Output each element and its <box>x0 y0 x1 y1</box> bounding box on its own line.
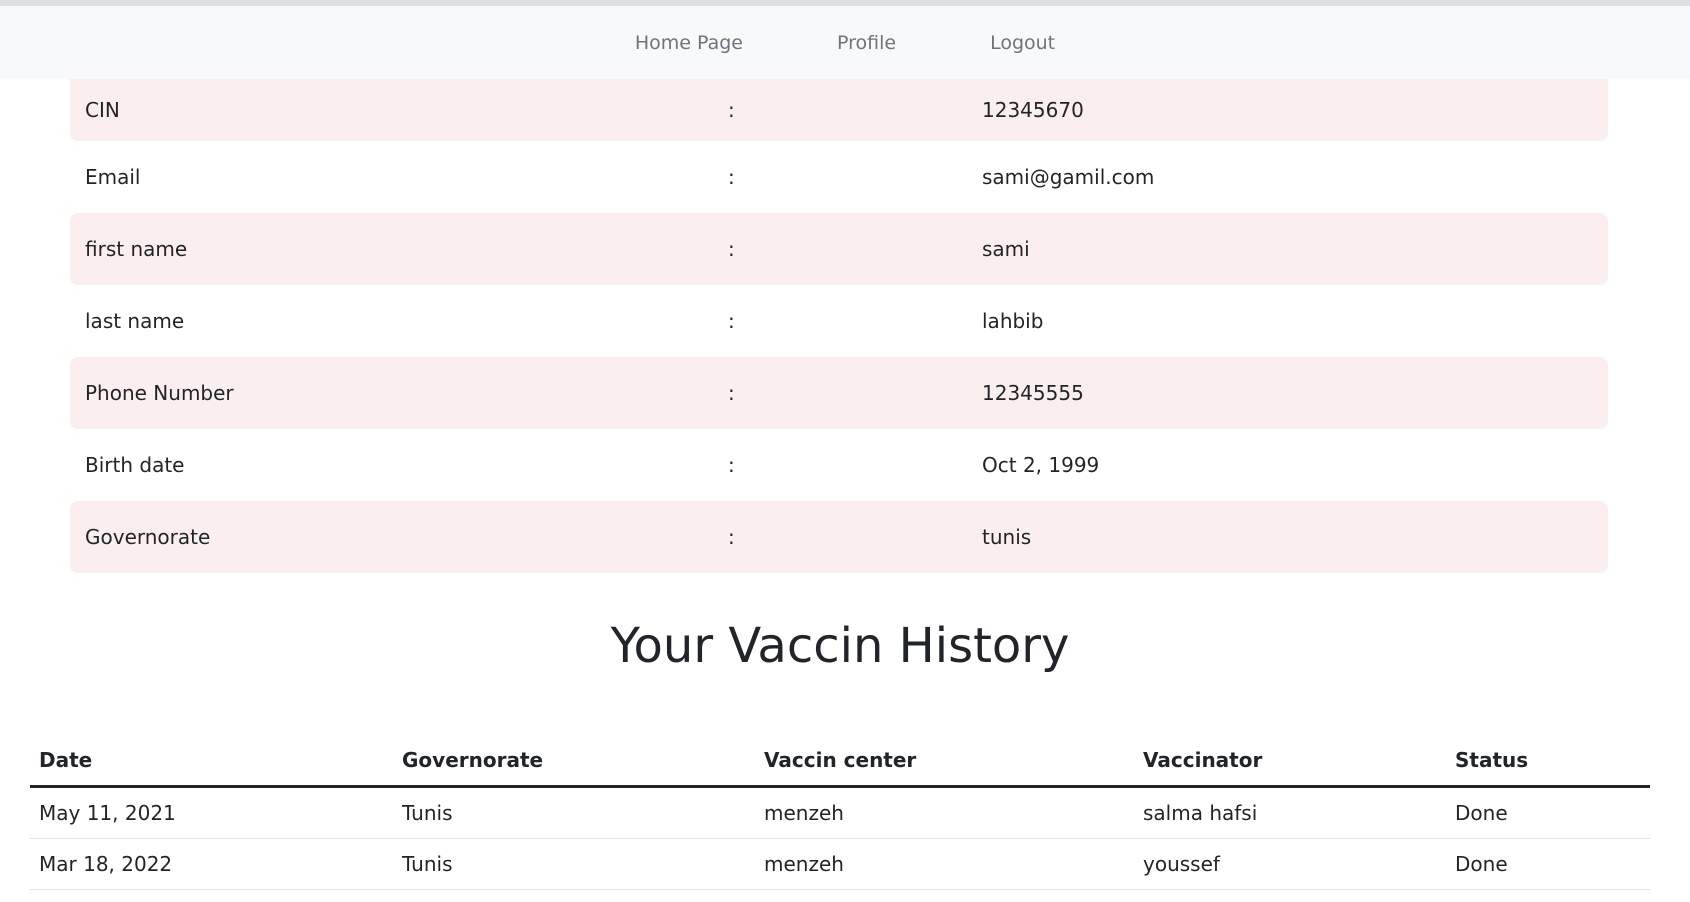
profile-value: tunis <box>982 525 1032 549</box>
profile-label: CIN <box>85 98 120 122</box>
profile-row-birth-date: Birth date : Oct 2, 1999 <box>70 429 1608 501</box>
cell-vaccinator: salma hafsi <box>1134 786 1446 839</box>
profile-separator: : <box>728 237 735 261</box>
table-header-row: Date Governorate Vaccin center Vaccinato… <box>30 735 1650 788</box>
profile-separator: : <box>728 525 735 549</box>
profile-separator: : <box>728 453 735 477</box>
nav-profile-link[interactable]: Profile <box>837 32 896 54</box>
cell-governorate: Tunis <box>393 838 755 890</box>
profile-row-first-name: first name : sami <box>70 213 1608 285</box>
profile-label: Email <box>85 165 141 189</box>
column-header-vaccin-center: Vaccin center <box>755 735 1134 788</box>
table-row: Mar 18, 2022 Tunis menzeh youssef Done <box>30 838 1650 890</box>
profile-label: last name <box>85 309 185 333</box>
profile-value: 12345555 <box>982 381 1084 405</box>
table-row: May 11, 2021 Tunis menzeh salma hafsi Do… <box>30 786 1650 839</box>
profile-value: sami@gamil.com <box>982 165 1155 189</box>
column-header-status: Status <box>1446 735 1650 788</box>
profile-row-governorate: Governorate : tunis <box>70 501 1608 573</box>
profile-row-cin: CIN : 12345670 <box>70 79 1608 141</box>
profile-separator: : <box>728 309 735 333</box>
profile-label: Birth date <box>85 453 185 477</box>
profile-row-last-name: last name : lahbib <box>70 285 1608 357</box>
cell-vaccin-center: menzeh <box>755 786 1134 839</box>
vaccin-history-title: Your Vaccin History <box>610 618 1070 674</box>
top-navbar: Home Page Profile Logout <box>0 6 1690 79</box>
profile-separator: : <box>728 98 735 122</box>
cell-date: Mar 18, 2022 <box>30 838 393 890</box>
profile-value: lahbib <box>982 309 1044 333</box>
column-header-date: Date <box>30 735 393 788</box>
profile-separator: : <box>728 165 735 189</box>
vaccin-history-table: Date Governorate Vaccin center Vaccinato… <box>30 735 1650 890</box>
cell-vaccinator: youssef <box>1134 838 1446 890</box>
column-header-governorate: Governorate <box>393 735 755 788</box>
cell-status: Done <box>1446 838 1650 890</box>
profile-row-phone-number: Phone Number : 12345555 <box>70 357 1608 429</box>
profile-details: CIN : 12345670 Email : sami@gamil.com fi… <box>70 79 1608 573</box>
profile-row-email: Email : sami@gamil.com <box>70 141 1608 213</box>
cell-status: Done <box>1446 786 1650 839</box>
profile-label: Governorate <box>85 525 211 549</box>
profile-label: first name <box>85 237 188 261</box>
column-header-vaccinator: Vaccinator <box>1134 735 1446 788</box>
profile-label: Phone Number <box>85 381 234 405</box>
profile-value: Oct 2, 1999 <box>982 453 1100 477</box>
nav-logout-link[interactable]: Logout <box>990 32 1055 54</box>
cell-governorate: Tunis <box>393 786 755 839</box>
profile-value: 12345670 <box>982 98 1084 122</box>
nav-home-page-link[interactable]: Home Page <box>635 32 743 54</box>
profile-value: sami <box>982 237 1030 261</box>
profile-separator: : <box>728 381 735 405</box>
cell-vaccin-center: menzeh <box>755 838 1134 890</box>
cell-date: May 11, 2021 <box>30 786 393 839</box>
